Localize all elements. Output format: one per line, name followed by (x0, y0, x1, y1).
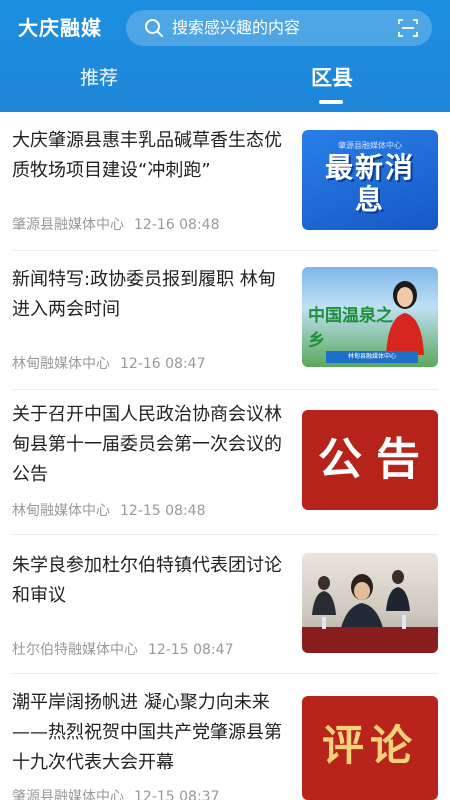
news-meta: 杜尔伯特融媒体中心 12-15 08:47 (12, 639, 233, 659)
news-title: 朱学良参加杜尔伯特镇代表团讨论和审议 (12, 555, 282, 606)
news-meta: 林甸融媒体中心 12-15 08:48 (12, 500, 205, 520)
news-title: 潮平岸阔扬帆进 凝心聚力向未来 ——热烈祝贺中国共产党肇源县第十九次代表大会开幕 (12, 692, 282, 773)
news-time: 12-15 08:47 (148, 642, 234, 658)
news-thumbnail: 肇源县融媒体中心 最新消息 (302, 130, 438, 230)
news-source: 肇源县融媒体中心 (12, 789, 124, 800)
news-title: 新闻特写:政协委员报到履职 林甸进入两会时间 (12, 269, 276, 320)
news-item[interactable]: 朱学良参加杜尔伯特镇代表团讨论和审议 杜尔伯特融媒体中心 12-15 08:47 (0, 535, 450, 673)
news-meta: 林甸融媒体中心 12-16 08:47 (12, 353, 205, 373)
news-time: 12-16 08:47 (120, 356, 206, 372)
active-tab-indicator (319, 100, 343, 104)
news-item[interactable]: 大庆肇源县惠丰乳品碱草香生态优质牧场项目建设“冲刺跑” 肇源县融媒体中心 12-1… (0, 112, 450, 250)
meeting-photo-icon (302, 570, 438, 653)
tab-recommend[interactable]: 推荐 (64, 62, 134, 94)
thumb-caption: 肇源县融媒体中心 (338, 141, 402, 150)
thumb-headline: 公告 (318, 434, 434, 485)
news-source: 林甸融媒体中心 (12, 356, 110, 372)
news-source: 肇源县融媒体中心 (12, 217, 124, 233)
news-time: 12-15 08:37 (134, 789, 220, 800)
anchor-figure-icon (386, 281, 424, 355)
news-time: 12-16 08:48 (134, 217, 220, 233)
news-thumbnail: 中国温泉之乡 林甸县融媒体中心 (302, 267, 438, 367)
thumb-headline: 评论 (321, 721, 418, 770)
news-source: 林甸融媒体中心 (12, 503, 110, 519)
search-bar[interactable]: 搜索感兴趣的内容 (126, 10, 432, 46)
news-thumbnail: 公告 (302, 410, 438, 510)
news-item[interactable]: 关于召开中国人民政治协商会议林甸县第十一届委员会第一次会议的公告 林甸融媒体中心… (0, 390, 450, 534)
news-source: 杜尔伯特融媒体中心 (12, 642, 138, 658)
scan-icon[interactable] (398, 18, 418, 38)
news-title: 关于召开中国人民政治协商会议林甸县第十一届委员会第一次会议的公告 (12, 404, 282, 485)
search-icon (145, 19, 163, 37)
news-thumbnail: 评论 (302, 696, 438, 800)
news-time: 12-15 08:48 (120, 503, 206, 519)
tab-county[interactable]: 区县 (290, 62, 374, 94)
app-logo: 大庆融媒 (18, 16, 102, 40)
thumb-headline: 最新消息 (324, 151, 415, 216)
top-header: 大庆融媒 搜索感兴趣的内容 推荐 区县 (0, 0, 450, 112)
news-meta: 肇源县融媒体中心 12-16 08:48 (12, 214, 219, 234)
news-thumbnail (302, 553, 438, 653)
news-item[interactable]: 潮平岸阔扬帆进 凝心聚力向未来 ——热烈祝贺中国共产党肇源县第十九次代表大会开幕… (0, 674, 450, 800)
news-meta: 肇源县融媒体中心 12-15 08:37 (12, 786, 219, 800)
search-placeholder: 搜索感兴趣的内容 (172, 18, 301, 37)
news-item[interactable]: 新闻特写:政协委员报到履职 林甸进入两会时间 林甸融媒体中心 12-16 08:4… (0, 251, 450, 389)
thumb-lower-third: 林甸县融媒体中心 (326, 351, 418, 363)
news-title: 大庆肇源县惠丰乳品碱草香生态优质牧场项目建设“冲刺跑” (12, 130, 282, 181)
